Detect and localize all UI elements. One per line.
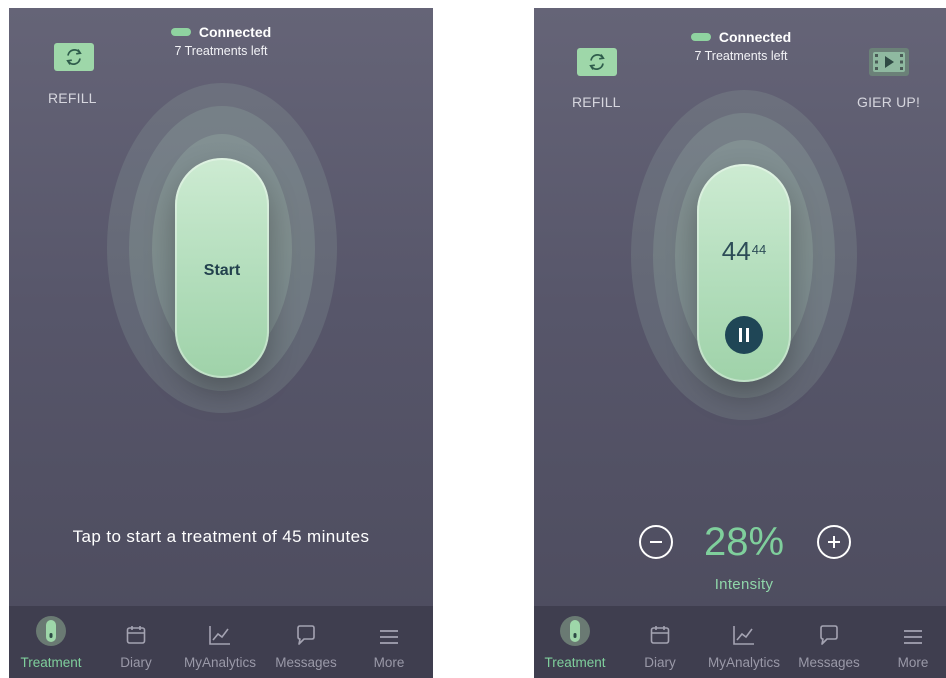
tab-myanalytics[interactable]: MyAnalytics <box>175 606 265 678</box>
tab-diary[interactable]: Diary <box>635 606 685 678</box>
pause-button[interactable] <box>725 316 763 354</box>
tab-treatment[interactable]: Treatment <box>534 606 616 678</box>
chat-bubble-icon <box>297 625 315 645</box>
bottom-tab-bar: Treatment Diary MyAnalytics Messages Mor… <box>534 606 946 678</box>
refill-label: REFILL <box>572 94 621 110</box>
intensity-label: Intensity <box>714 576 774 593</box>
tab-diary-label: Diary <box>644 655 676 670</box>
treatment-hint-text: Tap to start a treatment of 45 minutes <box>72 527 370 546</box>
tab-myanalytics[interactable]: MyAnalytics <box>699 606 789 678</box>
chart-icon <box>733 626 754 645</box>
device-icon <box>560 616 590 646</box>
connected-indicator-icon <box>690 33 711 41</box>
tab-messages[interactable]: Messages <box>790 606 868 678</box>
refill-label: REFILL <box>48 90 97 106</box>
tab-messages[interactable]: Messages <box>267 606 345 678</box>
intensity-value: 28% <box>703 520 785 564</box>
tab-myanalytics-label: MyAnalytics <box>183 655 256 670</box>
device-icon <box>36 616 66 646</box>
start-treatment-button[interactable]: Start <box>175 158 269 378</box>
tab-messages-label: Messages <box>275 655 337 670</box>
start-label: Start <box>203 262 241 279</box>
remaining-minutes: 44 <box>721 236 751 266</box>
refill-button[interactable] <box>54 43 94 71</box>
tab-treatment-label: Treatment <box>544 655 606 670</box>
chart-icon <box>209 626 230 645</box>
menu-icon <box>380 630 398 644</box>
remaining-seconds: 44 <box>751 242 767 257</box>
tab-more-label: More <box>897 655 929 670</box>
tab-myanalytics-label: MyAnalytics <box>707 655 780 670</box>
tab-treatment-label: Treatment <box>20 655 82 670</box>
decrease-intensity-button[interactable] <box>639 525 673 559</box>
tab-diary[interactable]: Diary <box>111 606 161 678</box>
chat-bubble-icon <box>820 625 838 645</box>
calendar-icon <box>126 626 146 644</box>
increase-intensity-button[interactable] <box>817 525 851 559</box>
film-play-icon <box>873 52 905 72</box>
running-treatment-capsule: 4444 <box>697 164 791 382</box>
refill-button[interactable] <box>577 48 617 76</box>
connection-status-text: Connected <box>718 29 792 45</box>
tab-more[interactable]: More <box>888 606 938 678</box>
connection-status-text: Connected <box>198 24 272 40</box>
video-button[interactable] <box>869 48 909 76</box>
video-label: GIER UP! <box>857 94 921 110</box>
refresh-icon <box>589 54 605 70</box>
minus-circle-icon <box>650 541 662 543</box>
tab-more-label: More <box>373 655 405 670</box>
refresh-icon <box>66 49 82 65</box>
menu-icon <box>904 630 922 644</box>
tab-messages-label: Messages <box>798 655 860 670</box>
tab-more[interactable]: More <box>364 606 414 678</box>
bottom-tab-bar: Treatment Diary MyAnalytics Messages Mor… <box>9 606 433 678</box>
calendar-icon <box>650 626 670 644</box>
tab-treatment[interactable]: Treatment <box>9 606 93 678</box>
phone-screen-running: Connected 7 Treatments left REFILL GIER … <box>534 8 946 678</box>
plus-circle-icon <box>828 536 840 548</box>
phone-screen-idle: Connected 7 Treatments left REFILL Start… <box>9 8 433 678</box>
tab-diary-label: Diary <box>120 655 152 670</box>
remaining-time: 4444 <box>697 236 791 267</box>
pause-icon <box>739 328 749 342</box>
connected-indicator-icon <box>170 28 191 36</box>
